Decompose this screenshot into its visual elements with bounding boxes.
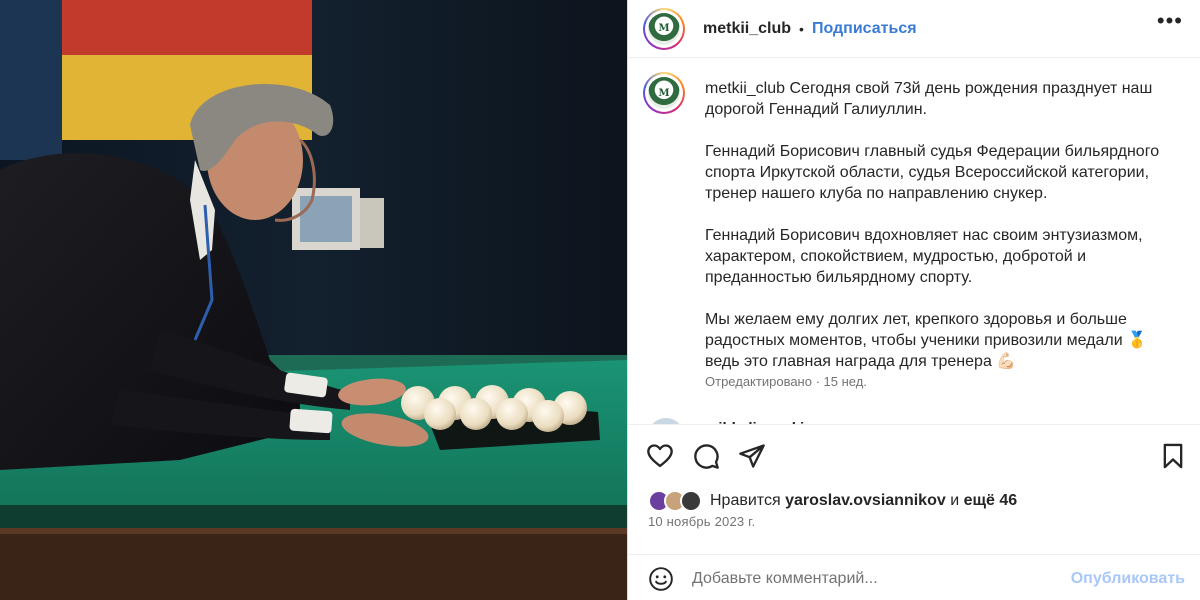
caption-paragraph: Геннадий Борисович вдохновляет нас своим… [705, 227, 1143, 286]
comment-icon[interactable] [692, 442, 720, 470]
heart-icon[interactable] [646, 442, 674, 470]
post-photo[interactable] [0, 0, 627, 600]
smiley-icon[interactable] [648, 566, 674, 592]
club-logo-icon: M [648, 12, 680, 45]
comment-input[interactable] [692, 567, 1052, 591]
caption-scroll-area[interactable]: M metkii_club Сегодня свой 73й день рожд… [628, 58, 1200, 425]
separator-dot: • [799, 20, 804, 37]
follow-button[interactable]: Подписаться [812, 20, 917, 38]
liker-username-link[interactable]: yaroslav.ovsiannikov [785, 492, 946, 509]
post-sidebar: M metkii_club • Подписаться ••• M metkii… [627, 0, 1200, 600]
account-username-link[interactable]: metkii_club [703, 20, 791, 38]
caption-paragraph: Мы желаем ему долгих лет, крепкого здоро… [705, 311, 1148, 370]
post-date[interactable]: 10 ноябрь 2023 г. [648, 514, 755, 529]
likes-row: Нравится yaroslav.ovsiannikov и ещё 46 [648, 488, 1017, 514]
comment-bar: Опубликовать [628, 554, 1200, 600]
publish-button[interactable]: Опубликовать [1071, 570, 1185, 588]
commenter-avatar[interactable] [648, 418, 684, 424]
caption-paragraph: Геннадий Борисович главный судья Федерац… [705, 143, 1160, 202]
billiards-photo-illustration [0, 0, 627, 600]
caption-text: metkii_club Сегодня свой 73й день рожден… [705, 78, 1183, 393]
instagram-post: M metkii_club • Подписаться ••• M metkii… [0, 0, 1200, 600]
share-icon[interactable] [738, 442, 766, 470]
likes-count-link[interactable]: ещё 46 [964, 492, 1018, 509]
post-header: M metkii_club • Подписаться ••• [628, 0, 1200, 58]
more-options-icon[interactable]: ••• [1157, 8, 1183, 34]
club-logo-icon: M [648, 77, 680, 109]
bookmark-icon[interactable] [1159, 442, 1187, 470]
account-avatar[interactable]: M [643, 7, 685, 50]
action-bar [628, 426, 1200, 486]
caption-meta: Отредактировано · 15 нед. [705, 374, 867, 389]
commenter-username[interactable]: mihkalinovski [705, 420, 804, 424]
caption-username-link[interactable]: metkii_club [705, 80, 785, 97]
likes-summary: Нравится yaroslav.ovsiannikov и ещё 46 [710, 492, 1018, 509]
liker-avatar[interactable] [680, 490, 702, 512]
caption-avatar[interactable]: M [643, 72, 685, 114]
